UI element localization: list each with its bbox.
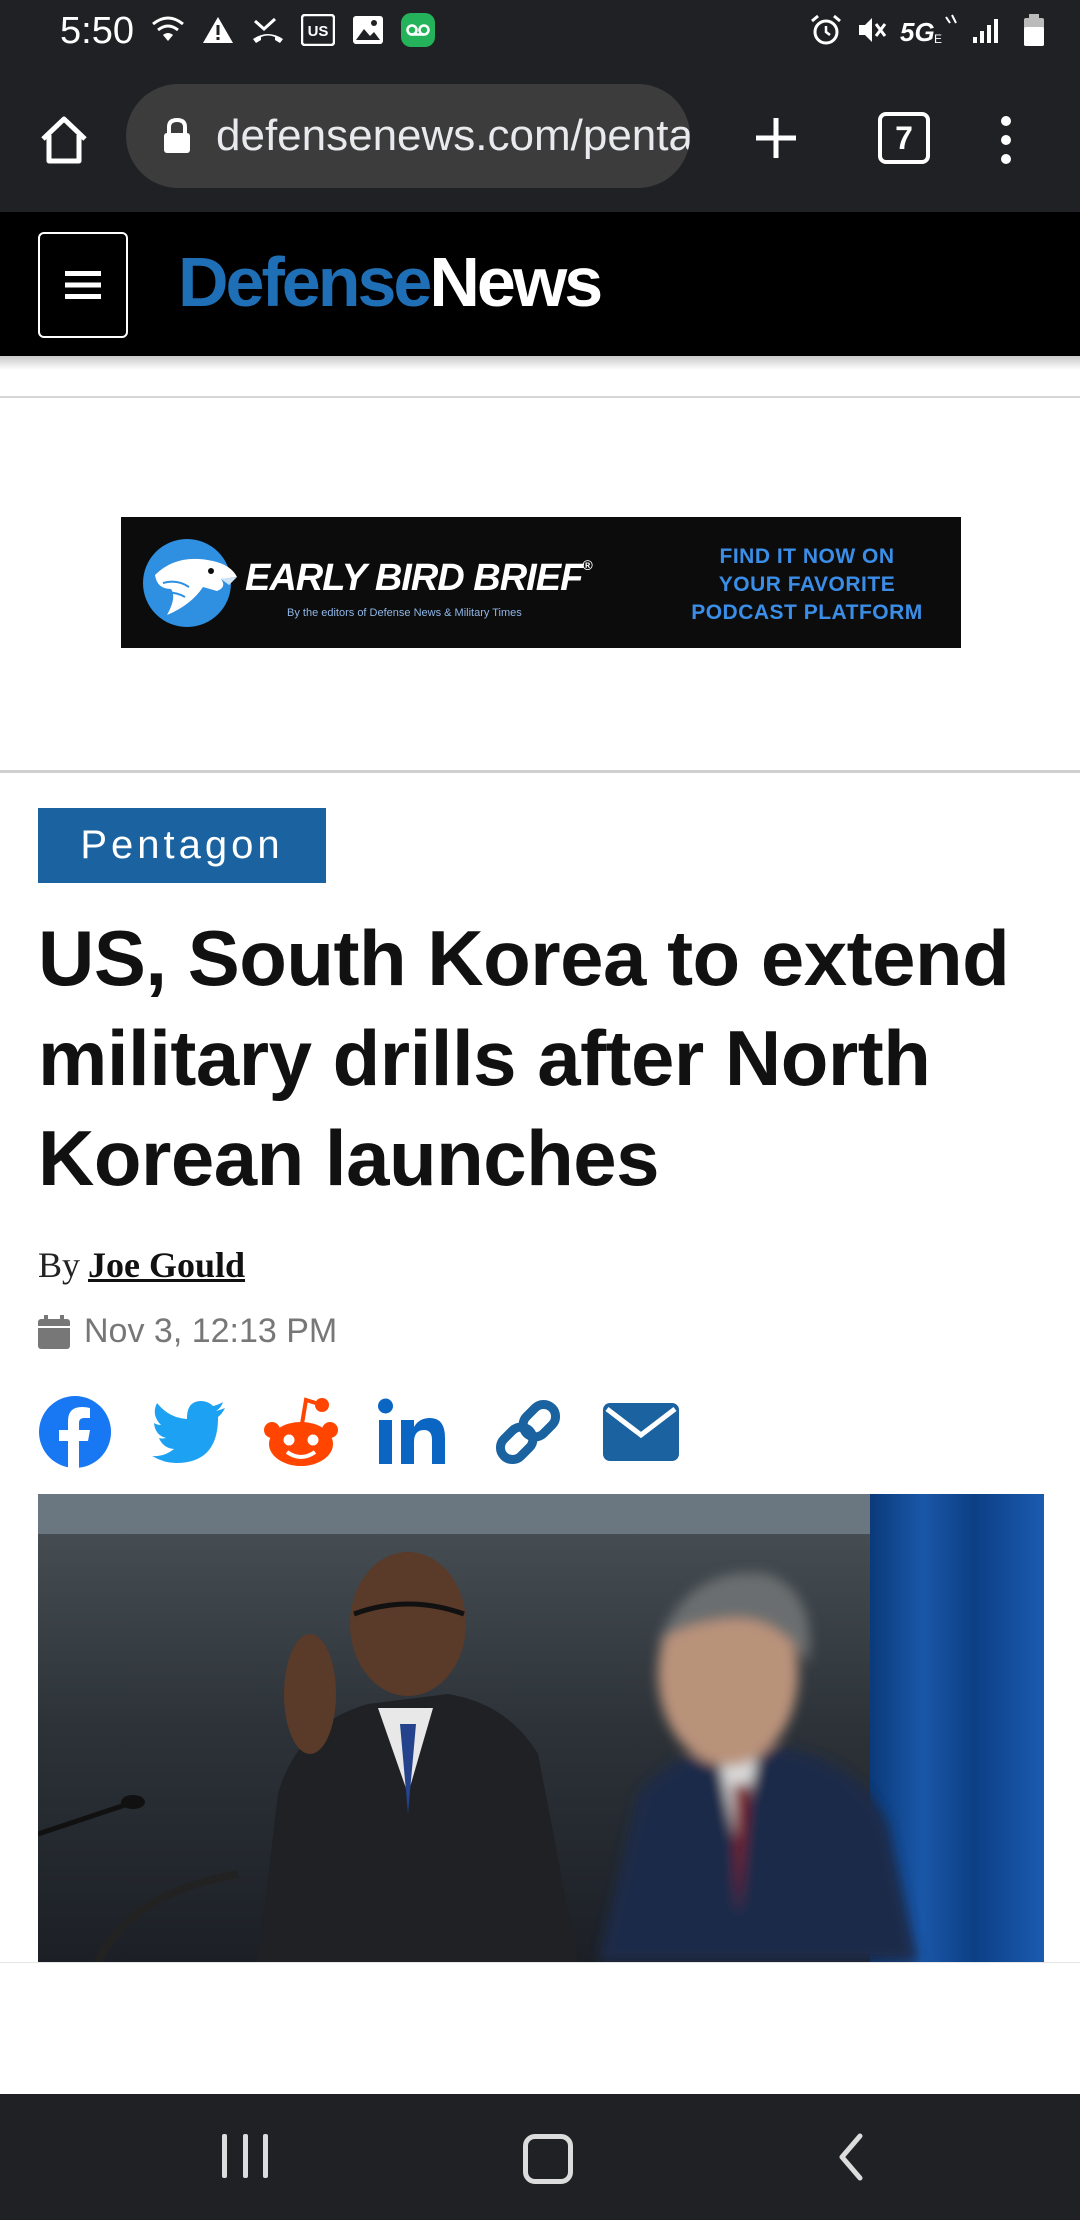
- copy-link-icon[interactable]: [490, 1394, 603, 1470]
- browser-toolbar: defensenews.com/pentagon/2022/11/03/us-s…: [0, 64, 1080, 214]
- ad-title-text: EARLY BIRD BRIEF: [245, 557, 583, 599]
- calendar-icon: [38, 1314, 70, 1349]
- status-bar: 5:50 US 5G E: [0, 0, 1080, 64]
- missed-call-icon: [250, 12, 286, 48]
- byline: By Joe Gould: [38, 1244, 245, 1286]
- email-icon[interactable]: [603, 1394, 716, 1470]
- tab-count-button[interactable]: 7: [878, 112, 930, 164]
- twitter-icon[interactable]: [151, 1394, 264, 1470]
- ad-trademark: ®: [582, 557, 592, 573]
- article-headline: US, South Korea to extend military drill…: [38, 914, 1010, 1202]
- signal-icon: [970, 12, 1006, 48]
- logo-news: News: [429, 243, 603, 321]
- divider: [0, 396, 1080, 398]
- new-tab-icon[interactable]: [740, 102, 812, 174]
- url-text[interactable]: defensenews.com/pentagon/2022/11/03/us-s…: [216, 111, 690, 161]
- 5g-icon: 5G E: [900, 12, 960, 48]
- ad-cta: FIND IT NOW ON YOUR FAVORITE PODCAST PLA…: [677, 543, 937, 627]
- menu-button[interactable]: [38, 232, 128, 338]
- publish-date: Nov 3, 12:13 PM: [38, 1312, 337, 1351]
- blank-area: [0, 1962, 1080, 2095]
- ad-banner[interactable]: EARLY BIRD BRIEF® By the editors of Defe…: [121, 517, 961, 648]
- eagle-logo-icon: [143, 539, 237, 627]
- us-news-icon: US: [300, 12, 336, 48]
- reddit-icon[interactable]: [264, 1394, 377, 1470]
- ad-cta-line: FIND IT NOW ON: [719, 545, 895, 568]
- home-icon[interactable]: [28, 104, 100, 176]
- divider: [0, 770, 1080, 773]
- lock-icon[interactable]: [162, 116, 192, 156]
- alarm-icon: [808, 12, 844, 48]
- date-text: Nov 3, 12:13 PM: [84, 1312, 338, 1350]
- overflow-menu-icon[interactable]: [986, 104, 1026, 176]
- svg-text:E: E: [934, 32, 942, 46]
- voicemail-icon: [400, 12, 436, 48]
- article-photo[interactable]: [38, 1494, 1044, 1962]
- svg-text:5G: 5G: [900, 17, 935, 47]
- warning-icon: [200, 12, 236, 48]
- system-icons: 5G E: [808, 12, 1052, 48]
- site-header: DefenseNews: [0, 212, 1080, 356]
- battery-icon: [1016, 12, 1052, 48]
- system-nav-bar: [0, 2094, 1080, 2220]
- notification-icons: US: [150, 12, 436, 48]
- recents-icon[interactable]: [222, 2134, 268, 2178]
- back-icon[interactable]: [832, 2132, 872, 2182]
- byline-label: By: [38, 1245, 81, 1285]
- gallery-icon: [350, 12, 386, 48]
- wifi-calling-icon: [150, 12, 186, 48]
- share-bar: [38, 1394, 716, 1470]
- photo-illustration: [38, 1494, 1044, 1962]
- hamburger-icon: [65, 271, 101, 299]
- category-tag[interactable]: Pentagon: [38, 808, 326, 883]
- home-nav-icon[interactable]: [523, 2134, 573, 2184]
- svg-text:US: US: [308, 23, 329, 40]
- ad-cta-line: YOUR FAVORITE: [718, 573, 896, 596]
- ad-title: EARLY BIRD BRIEF®: [245, 557, 593, 600]
- address-bar[interactable]: defensenews.com/pentagon/2022/11/03/us-s…: [126, 84, 690, 188]
- ad-subtitle: By the editors of Defense News & Militar…: [287, 607, 522, 619]
- site-logo[interactable]: DefenseNews: [178, 242, 603, 322]
- facebook-icon[interactable]: [38, 1394, 151, 1470]
- logo-defense: Defense: [178, 243, 432, 321]
- status-time: 5:50: [60, 10, 134, 52]
- linkedin-icon[interactable]: [377, 1394, 490, 1470]
- ad-cta-line: PODCAST PLATFORM: [691, 601, 923, 624]
- author-link[interactable]: Joe Gould: [88, 1245, 245, 1285]
- header-shadow: [0, 356, 1080, 370]
- mute-icon: [854, 12, 890, 48]
